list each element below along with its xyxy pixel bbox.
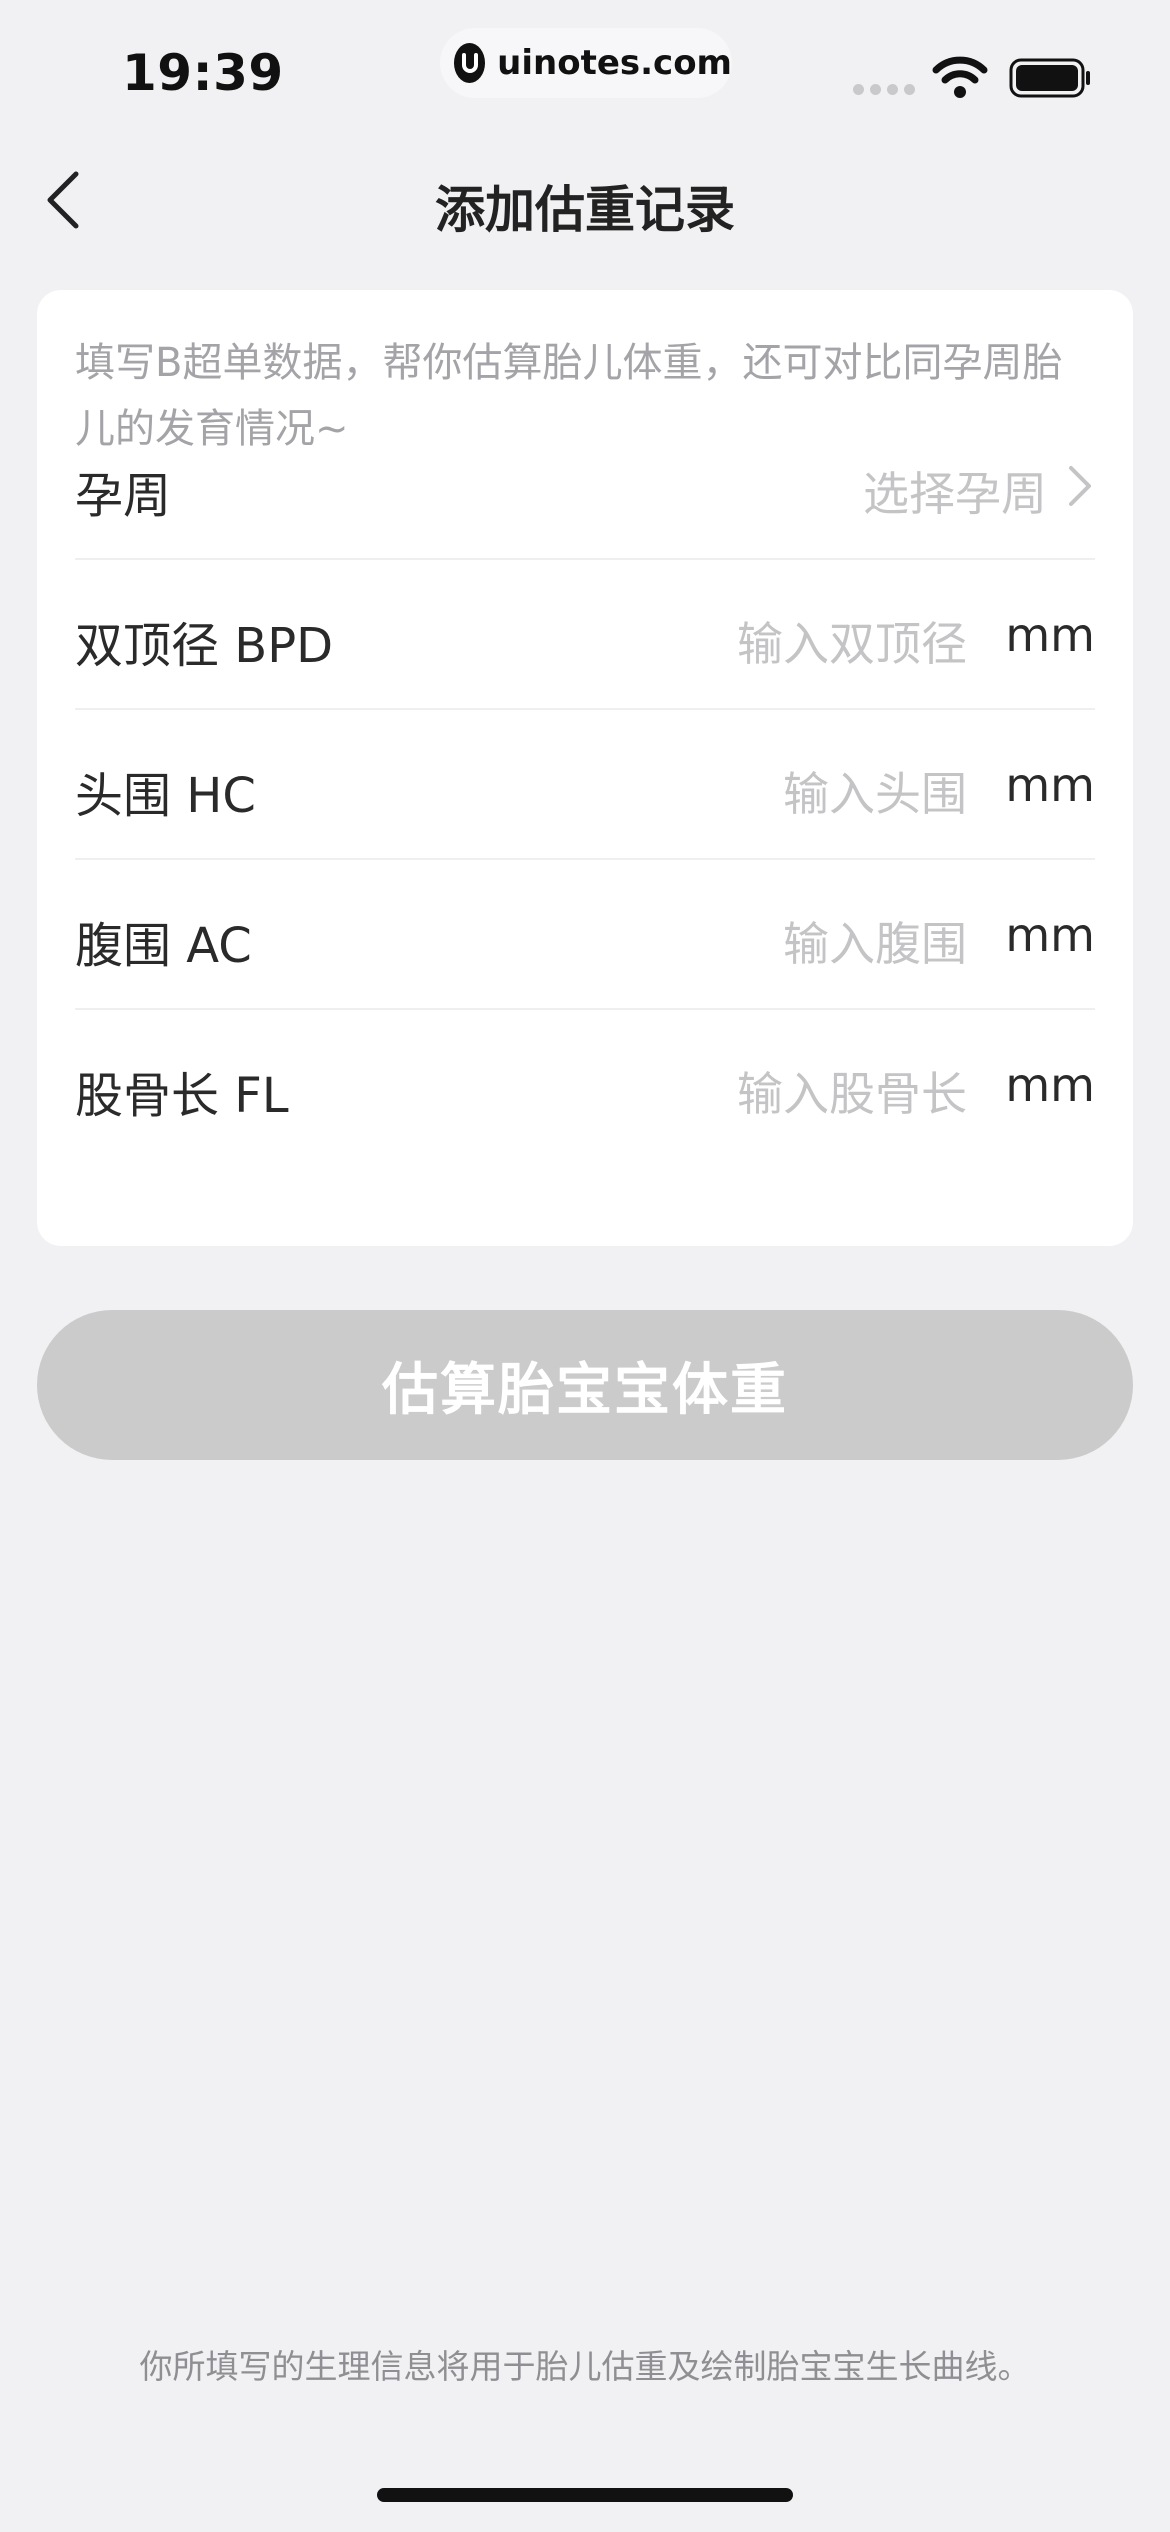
nav-bar: 添加估重记录 <box>0 150 1170 250</box>
unit-label: mm <box>1005 758 1095 812</box>
status-time: 19:39 <box>122 44 284 102</box>
row-label: 头围 HC <box>75 768 256 824</box>
estimate-weight-button[interactable]: 估算胎宝宝体重 <box>37 1310 1133 1460</box>
hc-input[interactable]: 输入头围 <box>783 758 967 824</box>
hc-row: 头围 HC 输入头围 mm <box>75 710 1095 860</box>
gestational-week-select[interactable]: 选择孕周 <box>863 458 1047 524</box>
wifi-icon <box>932 56 988 98</box>
site-logo-icon <box>454 43 486 83</box>
url-pill[interactable]: uinotes.com <box>440 28 732 98</box>
ac-input[interactable]: 输入腹围 <box>783 908 967 974</box>
row-label: 双顶径 BPD <box>75 618 334 674</box>
unit-label: mm <box>1005 908 1095 962</box>
footer-note: 你所填写的生理信息将用于胎儿估重及绘制胎宝宝生长曲线。 <box>139 2347 1031 2386</box>
row-label: 股骨长 FL <box>75 1068 289 1124</box>
status-bar: 19:39 uinotes.com <box>0 0 1170 150</box>
unit-label: mm <box>1005 1058 1095 1112</box>
fl-input[interactable]: 输入股骨长 <box>737 1058 967 1124</box>
row-label: 孕周 <box>75 468 172 524</box>
screen: 19:39 uinotes.com 添加估重记录 填写B超单数据，帮你估算胎儿体… <box>0 0 1170 2532</box>
signal-dots-icon <box>853 84 915 95</box>
unit-label: mm <box>1005 608 1095 662</box>
gestational-week-row[interactable]: 孕周 选择孕周 <box>75 410 1095 560</box>
url-text: uinotes.com <box>497 43 732 83</box>
form-card: 填写B超单数据，帮你估算胎儿体重，还可对比同孕周胎儿的发育情况~ 孕周 选择孕周… <box>37 290 1133 1246</box>
bpd-row: 双顶径 BPD 输入双顶径 mm <box>75 560 1095 710</box>
bpd-input[interactable]: 输入双顶径 <box>737 608 967 674</box>
home-indicator[interactable] <box>377 2488 793 2502</box>
ac-row: 腹围 AC 输入腹围 mm <box>75 860 1095 1010</box>
row-label: 腹围 AC <box>75 918 252 974</box>
battery-icon <box>1009 58 1090 98</box>
fl-row: 股骨长 FL 输入股骨长 mm <box>75 1010 1095 1160</box>
chevron-right-icon <box>1069 466 1091 506</box>
page-title: 添加估重记录 <box>435 181 735 239</box>
